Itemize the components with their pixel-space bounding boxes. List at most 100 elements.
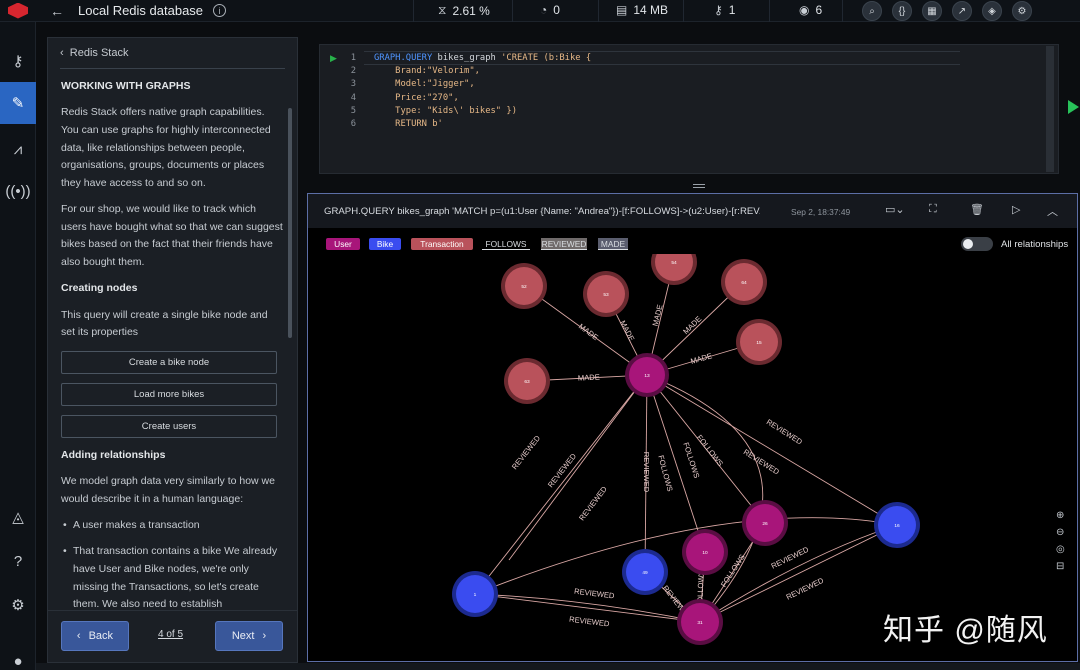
code-line: Model:"Jigger", [374,79,475,90]
analysis-chart-icon[interactable]: ⩘ [0,128,36,170]
edge-label-reviewed: REVIEWED [785,576,826,602]
tutorial-footer: ‹ Back 4 of 5 Next › [48,610,297,662]
toolbar-icons: ⌕ {} ▦ ↗ ◈ ⚙ [862,1,1032,21]
legend-user[interactable]: User [326,238,360,250]
line-number: 4 [350,92,356,103]
page-indicator[interactable]: 4 of 5 [158,629,183,640]
divider [769,0,770,22]
query-editor[interactable]: ▶ 1 2 3 4 5 6 GRAPH.QUERY bikes_graph 'C… [319,44,1059,174]
chevron-left-icon: ‹ [60,47,70,59]
node-label: 64 [741,280,747,286]
cpu-value: 2.61 % [452,3,490,18]
legend-reviewed[interactable]: REVIEWED [541,238,587,250]
collapse-chevron-up-icon[interactable]: ︿ [1047,203,1058,219]
zoom-reset-icon[interactable]: ◎ [1056,544,1065,555]
code-text[interactable]: GRAPH.QUERY bikes_graph 'CREATE (b:Bike … [374,52,591,131]
breadcrumb[interactable]: ‹ Redis Stack [60,47,128,59]
all-relationships-toggle[interactable] [961,237,993,251]
watermark-text: 知乎 @随风 [883,614,1048,647]
top-bar: ← Local Redis database i ⧖ 2.61 % ◔ 0 ▤ … [0,0,1080,22]
clients-stat: ◉ 6 [799,3,822,17]
fullscreen-icon[interactable]: ⛶ [929,203,937,216]
zoom-out-icon[interactable]: ⊖ [1056,527,1065,538]
divider [512,0,513,22]
transaction-node[interactable]: 64 [721,259,767,305]
edge-label-made: MADE [577,322,600,342]
back-button[interactable]: ‹ Back [61,621,129,651]
user-node[interactable]: 26 [742,500,788,546]
tutorial-content: WORKING WITH GRAPHS Redis Stack offers n… [61,78,283,608]
edge-label-made: MADE [690,351,714,366]
transaction-node[interactable]: 63 [504,358,550,404]
scrollbar[interactable] [288,108,292,338]
edge-label-made: MADE [618,319,636,343]
zoom-in-icon[interactable]: ⊕ [1056,510,1065,521]
gauge-icon: ◔ [540,3,548,17]
user-node[interactable]: 31 [677,599,723,645]
help-icon[interactable]: ? [0,540,36,582]
user-node[interactable]: 10 [682,529,728,575]
bloom-module-icon[interactable]: ◈ [982,1,1002,21]
resize-handle[interactable] [693,184,705,188]
edge-label-follows: FOLLOWS [695,433,725,468]
edge-label-reviewed: REVIEWED [642,452,651,493]
bike-node[interactable]: 1 [452,571,498,617]
bike-node[interactable]: 16 [874,502,920,548]
memory-value: 14 MB [633,3,669,17]
view-mode-icon[interactable]: ▭⌄ [885,203,905,216]
all-relationships-label: All relationships [1001,239,1069,250]
paragraph: For our shop, we would like to track whi… [61,203,283,268]
section-title: WORKING WITH GRAPHS [61,80,191,92]
graph-module-icon[interactable]: ▦ [922,1,942,21]
graph-canvas[interactable]: MADE MADE MADE MADE MADE MADE REVIEWED R… [308,254,1077,662]
edge-label-reviewed: REVIEWED [770,545,811,571]
result-timestamp: Sep 2, 18:37:49 [791,207,851,217]
pubsub-broadcast-icon[interactable]: ((•)) [0,170,36,212]
user-icon: ◉ [799,3,810,17]
run-line-icon[interactable]: ▶ [330,53,337,64]
settings-gear-icon[interactable]: ⚙ [0,584,36,626]
load-more-bikes-button[interactable]: Load more bikes [61,382,277,406]
create-bike-node-button[interactable]: Create a bike node [61,350,277,374]
keys-stat: ⚷ 1 [714,3,735,17]
edge-label-follows: FOLLOWS [656,454,674,492]
code-line: Price:"270", [374,92,459,103]
list-item: That transaction contains a bike We alre… [61,543,283,608]
paragraph: We model graph data very similarly to ho… [61,475,275,505]
workbench-edit-icon[interactable]: ✎ [0,82,36,124]
settings-gear-icon[interactable]: ⚙ [1012,1,1032,21]
divider [413,0,414,22]
bike-node[interactable]: 49 [622,549,668,595]
result-header[interactable]: GRAPH.QUERY bikes_graph 'MATCH p=(u1:Use… [308,194,1077,228]
transaction-node[interactable]: 53 [583,271,629,317]
next-button[interactable]: Next › [215,621,283,651]
transaction-node[interactable]: 54 [651,254,697,285]
github-icon[interactable]: ● [0,640,36,670]
create-users-button[interactable]: Create users [61,414,277,438]
node-label: 15 [756,340,762,346]
list-item: A user makes a transaction [61,517,283,535]
browser-key-icon[interactable]: ⚷ [0,40,36,82]
notifications-bell-icon[interactable]: ◬ [0,496,36,538]
timeseries-module-icon[interactable]: ↗ [952,1,972,21]
user-node[interactable]: 13 [625,353,669,397]
run-query-icon[interactable] [1068,100,1079,114]
fit-view-icon[interactable]: ⊟ [1056,561,1065,572]
legend-bike[interactable]: Bike [369,238,401,250]
rerun-play-icon[interactable]: ▷ [1012,203,1020,216]
tutorial-panel: ‹ Redis Stack WORKING WITH GRAPHS Redis … [47,37,298,663]
transaction-node[interactable]: 15 [736,319,782,365]
legend-follows[interactable]: FOLLOWS [482,238,530,250]
back-arrow-icon[interactable]: ← [50,3,64,19]
paragraph: Redis Stack offers native graph capabili… [61,106,271,189]
legend-made[interactable]: MADE [598,238,628,250]
info-icon[interactable]: i [213,4,227,17]
search-module-icon[interactable]: ⌕ [862,1,882,21]
transaction-node[interactable]: 52 [501,263,547,309]
node-label: 1 [474,592,477,598]
node-label: 26 [762,521,768,527]
delete-trash-icon[interactable]: 🗑 [970,203,984,216]
legend-transaction[interactable]: Transaction [411,238,473,250]
json-module-icon[interactable]: {} [892,1,912,21]
editor-scrollbar[interactable] [1046,46,1054,172]
